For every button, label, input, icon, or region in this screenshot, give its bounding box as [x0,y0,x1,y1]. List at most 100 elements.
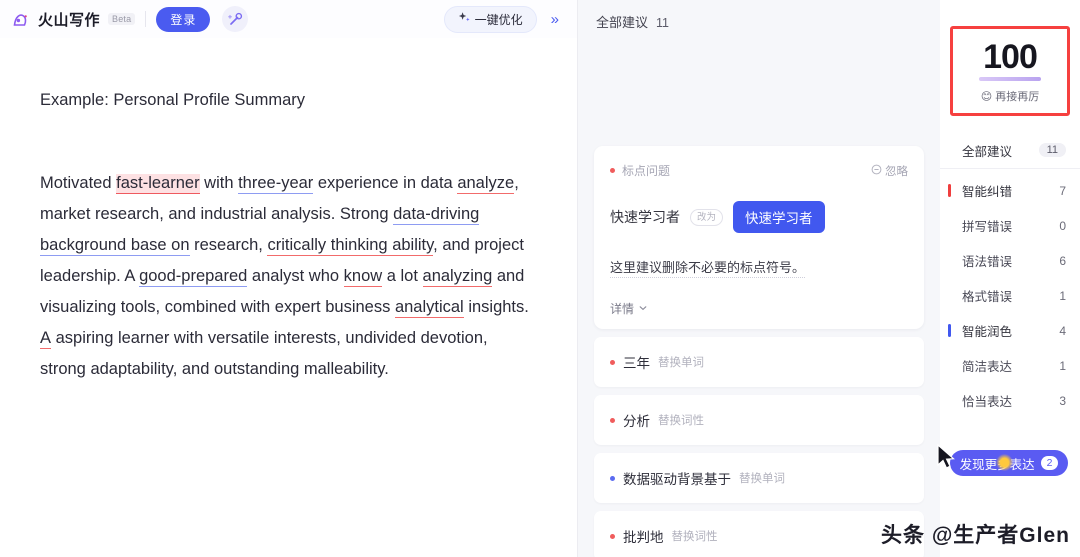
annotated-text-span[interactable]: fast-learner [116,173,200,194]
toolbar-divider [145,11,147,27]
optimize-label: 一键优化 [474,12,523,27]
sidebar-item-恰当表达[interactable]: 恰当表达 3 [940,383,1080,418]
sidebar-item-label: 智能润色 [962,325,1013,339]
text-span: insights. [463,297,529,316]
detail-toggle[interactable]: 详情 [610,300,908,317]
sidebar-item-count: 7 [1059,183,1066,198]
suggestion-list-item[interactable]: 分析 替换词性 [594,395,924,445]
annotated-text-span[interactable]: three-year [238,173,314,194]
annotated-text-span[interactable]: analyzing [422,266,493,287]
suggestion-word: 批判地 [623,530,664,545]
sidebar-category-list: 全部建议 11 智能纠错 7 拼写错误 0 语法错误 6 格式错误 1 智能润色 4 简洁表达 1 恰当… [940,134,1080,418]
top-toolbar: 火山写作 Beta 登录 一键优化 » [0,0,577,38]
login-button[interactable]: 登录 [156,6,211,32]
brand-logo[interactable]: 火山写作 Beta [12,9,136,30]
text-span: aspiring learner with versatile interest… [40,328,488,378]
smile-emoji-icon: 😊 [980,90,993,103]
editor-pane: 火山写作 Beta 登录 一键优化 » Example: Personal Pr… [0,0,578,557]
volcano-logo-icon [12,9,33,30]
sidebar-item-count: 1 [1059,288,1066,303]
text-span: experience in data [313,173,458,192]
right-sidebar: 100 😊 再接再厉 全部建议 11 智能纠错 7 拼写错误 0 语法错误 6 格式错误 1 智… [937,0,1080,557]
suggestion-kind: 替换词性 [671,531,718,543]
sidebar-item-count: 3 [1059,393,1066,408]
mouse-cursor-icon [936,443,958,470]
sidebar-item-label: 恰当表达 [962,395,1013,409]
text-span: with [199,173,239,192]
sidebar-item-简洁表达[interactable]: 简洁表达 1 [940,348,1080,383]
sidebar-item-count: 1 [1059,358,1066,373]
click-glow-effect [996,454,1013,471]
score-box: 100 😊 再接再厉 [950,26,1070,116]
text-span: research, [189,235,268,254]
suggestion-list-item[interactable]: 数据驱动背景基于 替换单词 [594,453,924,503]
sidebar-item-count: 4 [1059,323,1066,338]
sidebar-item-all-suggestions[interactable]: 全部建议 11 [940,134,1080,169]
watermark: 头条 @生产者Glen [881,524,1070,547]
chevron-down-icon [638,302,648,316]
category-accent-bar [948,184,951,197]
one-click-optimize-button[interactable]: 一键优化 [443,5,537,33]
minus-circle-icon [871,164,882,178]
sidebar-item-count: 6 [1059,253,1066,268]
replacement-row: 快速学习者 改为 快速学习者 [610,201,908,233]
annotated-text-span[interactable]: critically thinking ability [267,235,434,256]
suggestion-card-header: 标点问题 忽略 [610,162,908,179]
severity-dot-icon [610,475,615,481]
sidebar-item-count: 0 [1059,218,1066,233]
suggestions-pane: 全部建议 11 标点问题 忽略 快速学习者 改为 快速学习者 这里建议删除不必要… [578,0,940,557]
sidebar-item-label: 格式错误 [962,290,1013,304]
sidebar-item-智能纠错[interactable]: 智能纠错 7 [940,173,1080,208]
document-area[interactable]: Example: Personal Profile Summary Motiva… [0,38,577,385]
sidebar-item-智能润色[interactable]: 智能润色 4 [940,313,1080,348]
score-underline [979,77,1041,81]
apply-replacement-button[interactable]: 快速学习者 [733,201,825,233]
suggestion-word: 分析 [623,414,650,429]
suggestion-kind: 替换单词 [739,473,785,485]
sidebar-item-格式错误[interactable]: 格式错误 1 [940,278,1080,313]
sidebar-item-label: 拼写错误 [962,220,1013,234]
suggestion-word: 数据驱动背景基于 [623,472,731,487]
beta-tag: Beta [108,13,136,25]
suggestion-card[interactable]: 标点问题 忽略 快速学习者 改为 快速学习者 这里建议删除不必要的标点符号。 详… [594,146,924,329]
suggestion-kind: 替换单词 [658,357,704,369]
text-span: a lot [382,266,423,285]
score-subtitle-text: 再接再厉 [995,91,1040,103]
annotated-text-span[interactable]: know [343,266,383,287]
suggestions-header-label: 全部建议 [596,15,649,30]
text-span: Motivated [40,173,117,192]
suggestion-list-item[interactable]: 批判地 替换词性 [594,511,924,557]
suggestion-list-item[interactable]: 三年 替换单词 [594,337,924,387]
sidebar-item-拼写错误[interactable]: 拼写错误 0 [940,208,1080,243]
sidebar-item-语法错误[interactable]: 语法错误 6 [940,243,1080,278]
document-body[interactable]: Motivated fast-learner with three-year e… [40,168,537,385]
suggestions-header-count: 11 [656,16,669,30]
annotated-text-span[interactable]: analytical [394,297,464,318]
severity-dot-icon [610,168,615,173]
detail-label: 详情 [610,302,635,316]
sidebar-item-label: 智能纠错 [962,185,1013,199]
app-root: 火山写作 Beta 登录 一键优化 » Example: Personal Pr… [0,0,1080,557]
severity-dot-icon [610,417,615,423]
annotated-text-span[interactable]: A [40,328,52,349]
severity-dot-icon [610,533,615,539]
suggestion-card-tag-label: 标点问题 [622,164,671,178]
score-value: 100 [983,38,1038,76]
severity-dot-icon [610,359,615,365]
sparkle-icon [458,11,471,27]
discover-more-count: 2 [1040,456,1059,470]
text-span: analyst who [247,266,344,285]
brand-name: 火山写作 [38,11,101,29]
score-subtitle: 😊 再接再厉 [953,88,1067,104]
magic-wand-icon[interactable] [222,6,249,32]
category-accent-bar [948,324,951,337]
suggestion-card-tag: 标点问题 [610,162,670,179]
annotated-text-span[interactable]: analyze [457,173,515,194]
document-title: Example: Personal Profile Summary [40,91,306,109]
ignore-button[interactable]: 忽略 [871,163,908,179]
change-to-pill: 改为 [690,208,724,226]
original-word: 快速学习者 [610,209,680,225]
sidebar-item-label: 语法错误 [962,255,1013,269]
double-chevron-right-icon[interactable]: » [547,11,563,28]
annotated-text-span[interactable]: good-prepared [139,266,248,287]
